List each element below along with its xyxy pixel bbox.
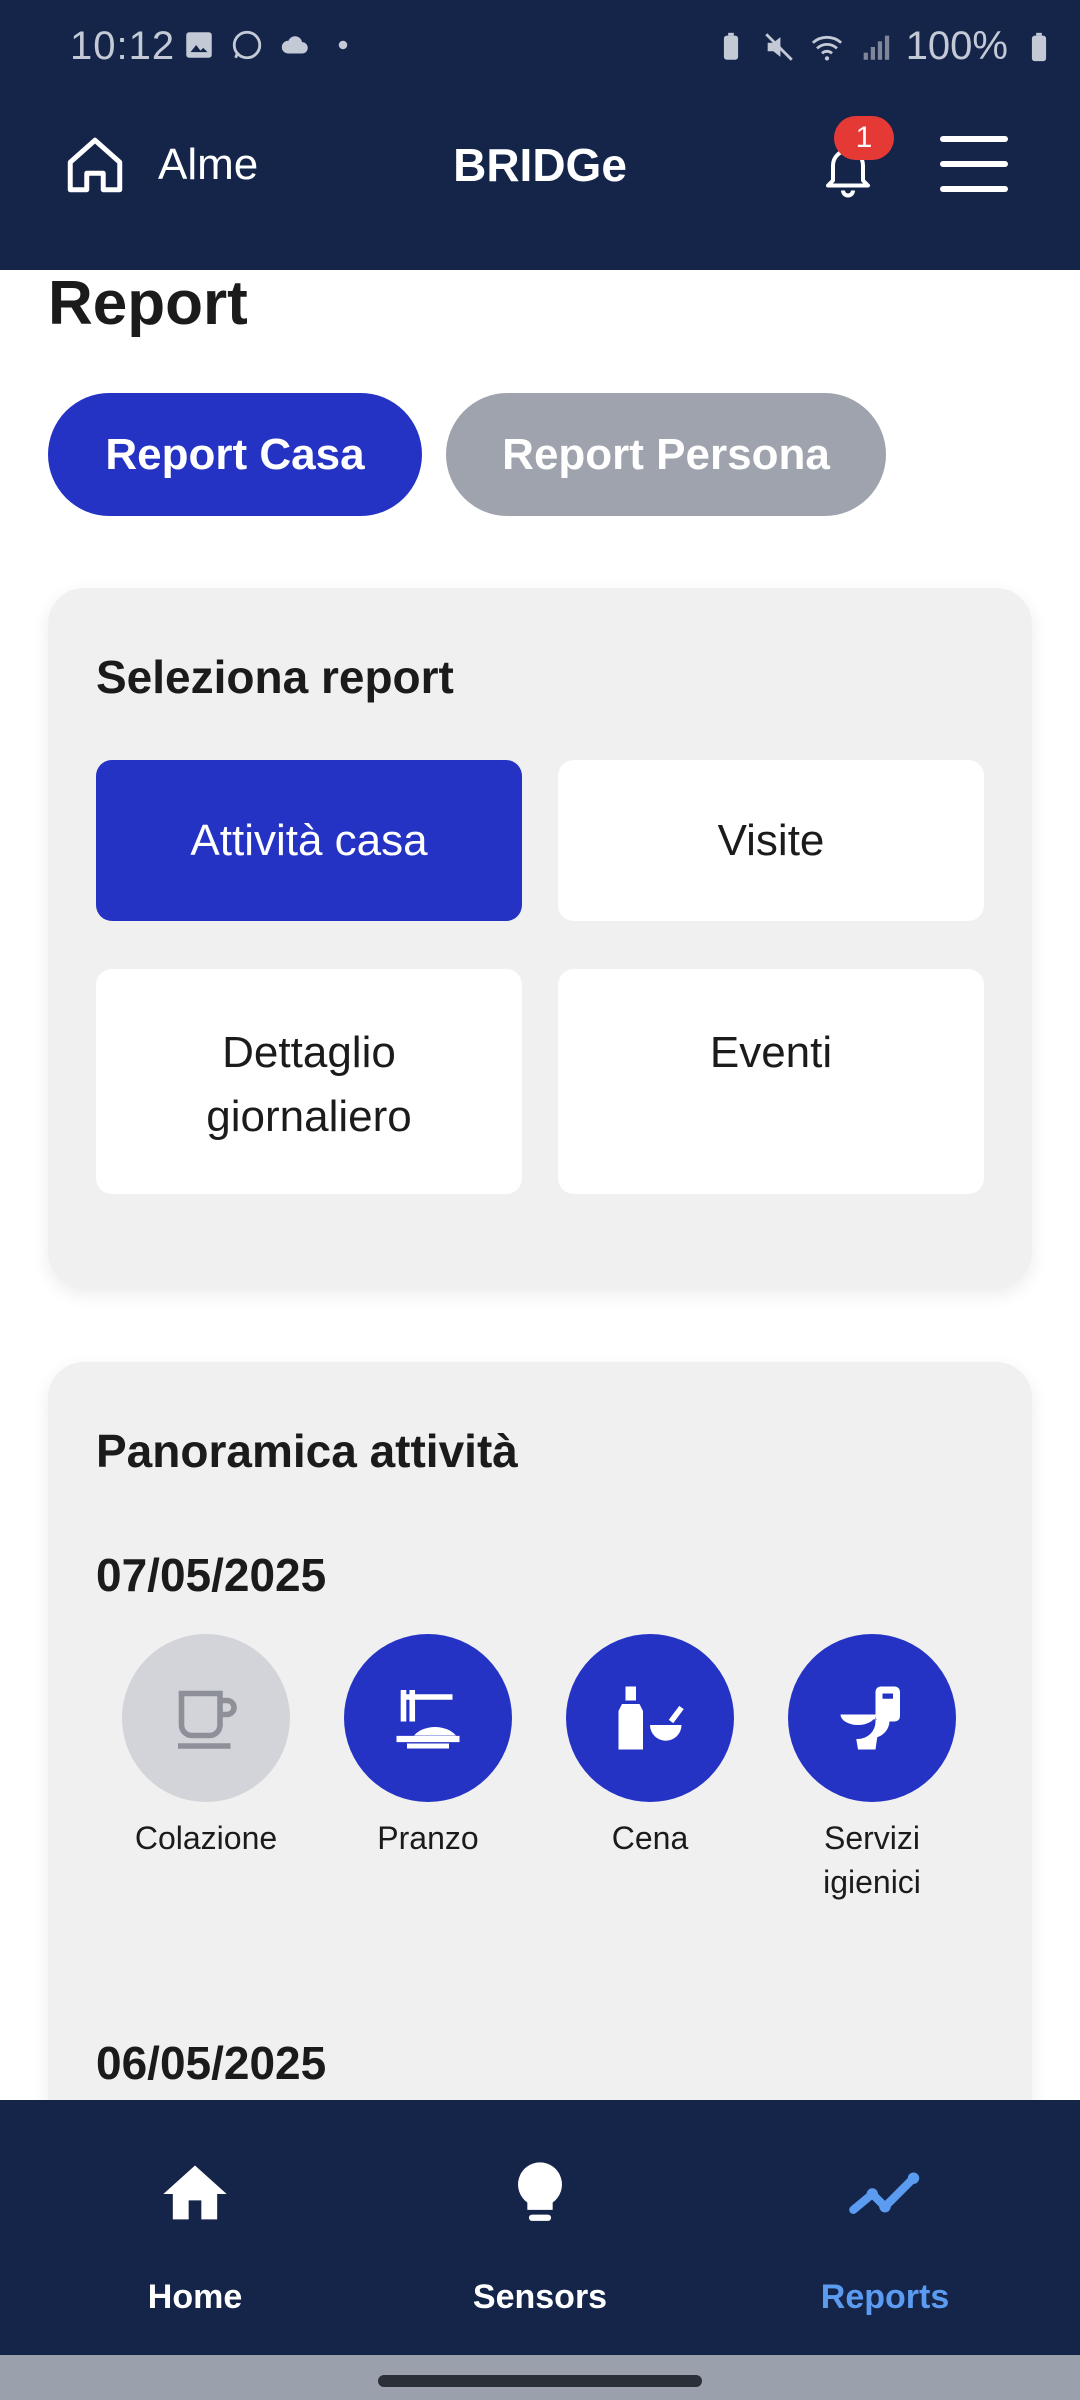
nav-label: Sensors <box>472 2278 608 2316</box>
option-dettaglio-giornaliero[interactable]: Dettaglio giornaliero <box>96 969 522 1194</box>
activity-overview-title: Panoramica attività <box>96 1425 518 1477</box>
status-time: 10:12 <box>70 24 176 68</box>
whatsapp-icon <box>232 30 262 60</box>
tab-report-casa[interactable]: Report Casa <box>48 393 422 516</box>
battery-percent: 100% <box>905 24 1008 68</box>
notification-badge: 1 <box>834 116 894 160</box>
lightbulb-icon <box>518 2162 562 2221</box>
app-bar: Alme BRIDGe 1 <box>0 96 1080 270</box>
activity-status-circle <box>566 1634 734 1802</box>
dinner-bottle-bowl-icon <box>618 1686 684 1750</box>
activity-label: Pranzo <box>377 1820 479 1856</box>
lunch-plate-icon <box>396 1690 460 1749</box>
hamburger-menu-icon[interactable] <box>940 136 1008 192</box>
mute-icon <box>764 32 793 61</box>
gesture-bar <box>0 2355 1080 2400</box>
battery-icon <box>1031 32 1047 61</box>
activity-status-circle <box>122 1634 290 1802</box>
home-icon <box>163 2165 227 2220</box>
activity-label: Cena <box>611 1820 689 1856</box>
location-name: Alme <box>158 140 259 189</box>
day-date: 06/05/2025 <box>96 2037 327 2089</box>
bottom-navigation: Home Sensors Reports <box>0 2100 1080 2355</box>
coffee-cup-icon <box>178 1690 237 1749</box>
nav-label: Reports <box>820 2278 950 2316</box>
tab-report-persona[interactable]: Report Persona <box>446 393 886 516</box>
activity-cena: Cena <box>550 1634 750 1860</box>
battery-saver-icon <box>723 32 738 60</box>
nav-reports[interactable]: Reports <box>705 2100 1065 2355</box>
nav-home[interactable]: Home <box>15 2100 375 2355</box>
status-system-icons: 100% <box>714 24 1056 69</box>
gesture-handle[interactable] <box>378 2375 702 2387</box>
status-notification-icons <box>182 28 360 62</box>
gallery-icon <box>186 32 212 58</box>
nav-label: Home <box>147 2278 243 2316</box>
nav-sensors[interactable]: Sensors <box>360 2100 720 2355</box>
location-selector[interactable]: Alme <box>62 132 258 198</box>
toilet-icon <box>840 1686 900 1750</box>
status-bar: 10:12 100% <box>0 0 1080 96</box>
option-visite[interactable]: Visite <box>558 760 984 921</box>
cloud-icon <box>281 36 308 54</box>
signal-icon <box>863 35 889 60</box>
activity-colazione: Colazione <box>106 1634 306 1860</box>
page-title: Report <box>48 269 248 338</box>
activity-status-circle <box>788 1634 956 1802</box>
activity-pranzo: Pranzo <box>328 1634 528 1860</box>
dot-icon <box>338 40 348 50</box>
home-outline-icon <box>67 137 123 193</box>
day-date: 07/05/2025 <box>96 1549 327 1601</box>
trend-line-icon <box>849 2172 920 2214</box>
report-selector-card: Seleziona report Attività casa Visite De… <box>48 588 1032 1288</box>
report-selector-title: Seleziona report <box>96 651 454 703</box>
activity-label: Servizi igienici <box>823 1820 921 1900</box>
option-attivita-casa[interactable]: Attività casa <box>96 760 522 921</box>
activity-servizi-igienici: Servizi igienici <box>772 1634 972 1904</box>
activity-status-circle <box>344 1634 512 1802</box>
option-eventi[interactable]: Eventi <box>558 969 984 1194</box>
wifi-icon <box>811 35 842 60</box>
activity-label: Colazione <box>134 1820 278 1856</box>
